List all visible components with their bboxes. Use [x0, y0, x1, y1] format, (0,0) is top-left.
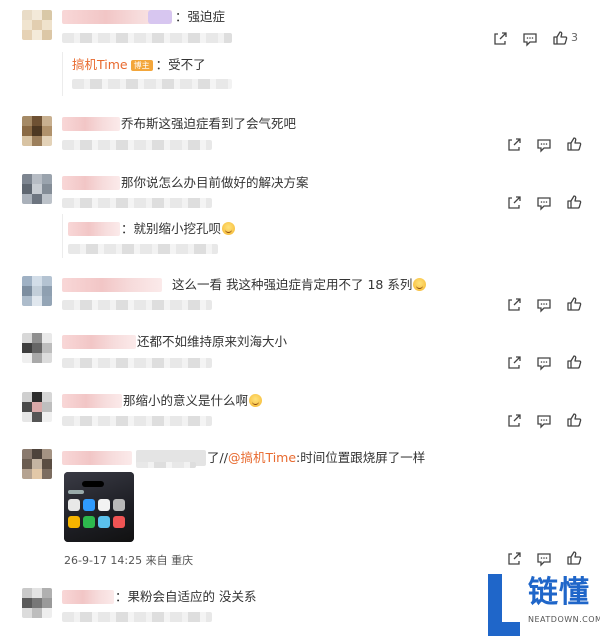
comment-meta: [62, 612, 212, 622]
comment-icon[interactable]: [536, 137, 552, 153]
avatar[interactable]: [22, 276, 52, 306]
username[interactable]: [62, 278, 162, 292]
share-icon[interactable]: [506, 297, 522, 313]
comment-meta-blurred: [136, 462, 196, 468]
like-icon[interactable]: [566, 296, 582, 312]
avatar[interactable]: [22, 10, 52, 40]
mention-link[interactable]: @搞机Time: [228, 450, 296, 465]
comment-icon[interactable]: [536, 297, 552, 313]
comment-meta: [62, 140, 212, 150]
avatar[interactable]: [22, 333, 52, 363]
like-icon[interactable]: [566, 194, 582, 210]
share-icon[interactable]: [506, 137, 522, 153]
comment-text: 那缩小的意义是什么啊: [123, 393, 263, 409]
like-icon[interactable]: [566, 412, 582, 428]
comment-meta: [62, 300, 212, 310]
username[interactable]: [62, 335, 136, 349]
avatar[interactable]: [22, 116, 52, 146]
comment-text: ：强迫症: [175, 9, 226, 24]
comment-icon[interactable]: [536, 355, 552, 371]
reply-meta: [72, 79, 232, 89]
comment-meta: 26-9-17 14:25 来自 重庆: [64, 554, 194, 567]
emoji-icon: [222, 222, 236, 235]
logo-domain: NEATDOWN.COM: [528, 615, 600, 624]
avatar[interactable]: [22, 392, 52, 422]
comment-meta: [62, 358, 212, 368]
username[interactable]: [62, 451, 132, 465]
username[interactable]: [62, 394, 122, 408]
avatar[interactable]: [22, 174, 52, 204]
share-icon[interactable]: [492, 31, 508, 47]
reply-text: ：受不了: [155, 57, 206, 72]
logo-mark-icon: [488, 574, 520, 636]
like-icon[interactable]: [552, 30, 568, 46]
reply-meta: [68, 244, 218, 254]
reply-username[interactable]: [68, 222, 120, 236]
share-icon[interactable]: [506, 551, 522, 567]
username[interactable]: [62, 117, 120, 131]
comment-text: 乔布斯这强迫症看到了会气死吧: [121, 116, 297, 131]
comment-icon[interactable]: [536, 195, 552, 211]
comment-icon[interactable]: [536, 551, 552, 567]
watermark-logo: 链懂 NEATDOWN.COM: [484, 570, 600, 639]
reply-divider: [62, 52, 63, 96]
like-icon[interactable]: [566, 354, 582, 370]
like-icon[interactable]: [566, 550, 582, 566]
username[interactable]: [62, 590, 114, 604]
comment-text: 还都不如维持原来刘海大小: [137, 334, 288, 349]
share-icon[interactable]: [506, 413, 522, 429]
comment-text: ：果粉会自适应的 没关系: [115, 589, 257, 604]
emoji-icon: [249, 394, 263, 407]
comment-text: 这么一看 我这种强迫症肯定用不了 18 系列: [172, 277, 427, 293]
comment-image[interactable]: [64, 472, 134, 542]
share-icon[interactable]: [506, 355, 522, 371]
logo-title: 链懂: [528, 575, 590, 610]
reply-line: 搞机Time 博主 ：受不了: [72, 57, 206, 73]
like-icon[interactable]: [566, 136, 582, 152]
reply-divider: [62, 214, 63, 258]
username[interactable]: [62, 176, 120, 190]
comment-text: 那你说怎么办目前做好的解决方案: [121, 175, 309, 190]
comment-text: 了//@搞机Time:时间位置跟烧屏了一样: [207, 450, 426, 465]
author-badge: 博主: [130, 60, 153, 71]
reply-username[interactable]: 搞机Time: [72, 57, 128, 72]
avatar[interactable]: [22, 588, 52, 618]
comment-icon[interactable]: [536, 413, 552, 429]
avatar[interactable]: [22, 449, 52, 479]
username-tail: [148, 10, 172, 24]
reply-text: ：就别缩小挖孔呗: [121, 221, 236, 237]
comment-meta: [62, 198, 212, 208]
comment-meta: [62, 416, 212, 426]
like-count: 3: [571, 31, 578, 44]
emoji-icon: [413, 278, 427, 291]
comment-icon[interactable]: [522, 31, 538, 47]
share-icon[interactable]: [506, 195, 522, 211]
comment-meta: [62, 33, 232, 43]
